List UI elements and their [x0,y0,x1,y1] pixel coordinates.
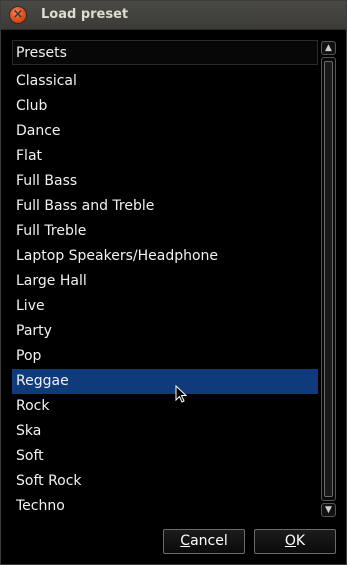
column-header-presets[interactable]: Presets [12,40,318,65]
cancel-button[interactable]: Cancel [163,529,245,554]
list-item[interactable]: Rock [12,394,318,419]
list-item[interactable]: Live [12,294,318,319]
preset-list[interactable]: Presets Classical Club Dance Flat Full Bass F… [11,39,319,519]
ok-mnemonic: O [284,533,296,549]
title-bar: × Load preset [1,1,346,30]
scroll-up-button[interactable]: ▲ [321,41,336,55]
load-preset-dialog: × Load preset Presets Classical Club Dance… [0,0,347,565]
ok-label: K [295,533,306,549]
preset-rows: Classical Club Dance Flat Full Bass Full Bass… [12,69,318,519]
list-item[interactable]: Soft Rock [12,469,318,494]
list-item[interactable]: Party [12,319,318,344]
list-item[interactable]: Reggae [12,369,318,394]
ok-button[interactable]: OK [254,529,336,554]
list-item[interactable]: Flat [12,144,318,169]
list-item[interactable]: Classical [12,69,318,94]
chevron-up-icon: ▲ [325,43,332,53]
mouse-cursor-icon [175,385,187,403]
column-header-label: Presets [16,45,67,61]
list-item[interactable]: Soft [12,444,318,469]
list-item[interactable]: Full Bass and Treble [12,194,318,219]
close-icon: × [12,7,24,22]
list-item[interactable]: Large Hall [12,269,318,294]
close-button[interactable]: × [10,7,26,23]
list-item[interactable]: Pop [12,344,318,369]
vertical-scrollbar[interactable]: ▲ ▼ [321,39,336,519]
list-item[interactable]: Techno [12,494,318,519]
list-item[interactable]: Full Treble [12,219,318,244]
list-item[interactable]: Ska [12,419,318,444]
cancel-label: ancel [190,533,228,549]
scroll-down-button[interactable]: ▼ [321,503,336,517]
window-title: Load preset [41,7,129,22]
scroll-thumb[interactable] [324,61,333,497]
list-item[interactable]: Full Bass [12,169,318,194]
scroll-track[interactable] [321,57,336,501]
list-item[interactable]: Laptop Speakers/Headphone [12,244,318,269]
cancel-mnemonic: C [180,533,191,549]
list-item[interactable]: Club [12,94,318,119]
chevron-down-icon: ▼ [325,505,332,515]
list-item[interactable]: Dance [12,119,318,144]
